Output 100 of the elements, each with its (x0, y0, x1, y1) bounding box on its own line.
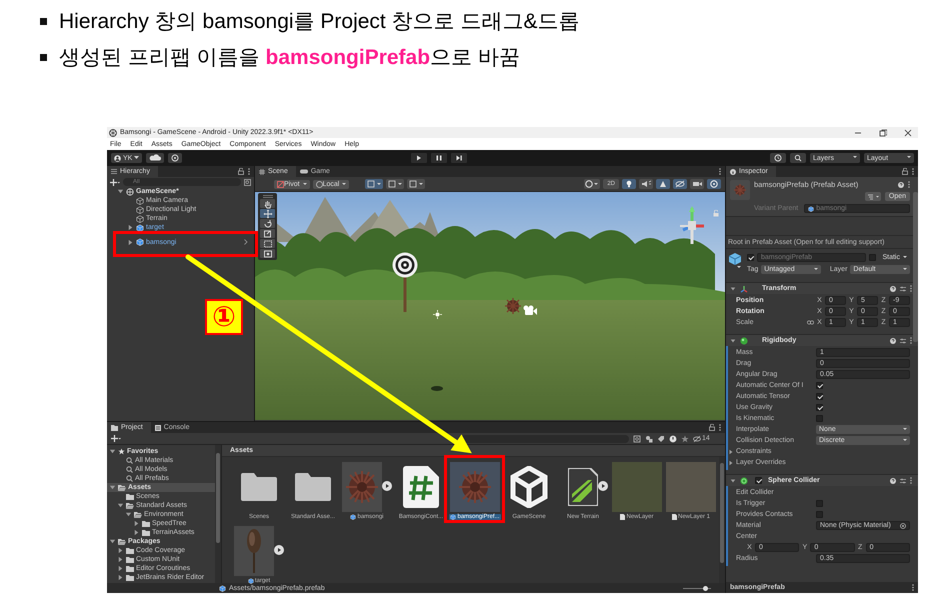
lock-icon[interactable] (709, 424, 715, 431)
expanded-caret-icon[interactable] (117, 502, 124, 509)
chevron-right-icon[interactable] (244, 239, 248, 245)
collapsed-caret-icon[interactable] (728, 460, 734, 466)
person-icon (114, 154, 121, 162)
expanded-caret-icon[interactable] (109, 484, 116, 491)
help-icon[interactable] (890, 338, 896, 344)
open-folder-icon (126, 502, 134, 508)
expanded-caret-icon[interactable] (125, 511, 132, 518)
expanded-caret-icon[interactable] (117, 188, 124, 195)
open-folder-icon (134, 512, 142, 518)
play-icon[interactable] (382, 481, 392, 491)
checkbox[interactable] (816, 415, 823, 422)
expanded-caret-icon[interactable] (109, 448, 116, 455)
eye-slash-icon (693, 436, 701, 442)
pinecone-icon (345, 470, 379, 504)
static-checkbox[interactable] (869, 254, 876, 261)
help-icon[interactable] (890, 478, 896, 484)
collapsed-caret-icon[interactable] (117, 556, 124, 563)
bullet-icon (40, 54, 47, 60)
zoom-slider-thumb[interactable] (702, 586, 708, 590)
add-icon[interactable] (110, 178, 120, 186)
checkbox[interactable] (816, 500, 823, 507)
collapsed-caret-icon[interactable] (133, 529, 140, 536)
active-checkbox[interactable] (747, 254, 754, 261)
expanded-caret-icon[interactable] (730, 338, 736, 344)
camera-toggle-icon[interactable] (690, 179, 704, 189)
pause-icon[interactable] (431, 153, 448, 163)
star-icon[interactable] (681, 434, 689, 442)
presets-icon[interactable] (900, 286, 906, 292)
object-picker-icon[interactable] (900, 522, 906, 528)
scrollbar-thumb[interactable] (913, 192, 918, 342)
play-icon[interactable] (411, 153, 428, 163)
scene-search-icon[interactable] (244, 178, 251, 186)
grid-snap-icon[interactable] (365, 179, 384, 189)
move-tool-icon[interactable] (262, 208, 274, 218)
bullet-icon (40, 18, 47, 24)
services-icon[interactable] (168, 153, 182, 163)
rigidbody-icon (740, 336, 748, 344)
expanded-caret-icon[interactable] (730, 478, 736, 484)
star-icon (118, 448, 125, 455)
lighting-toggle-icon[interactable] (622, 179, 636, 189)
play-icon[interactable] (274, 545, 284, 555)
lock-icon[interactable] (902, 168, 908, 175)
ruler-icon[interactable] (407, 179, 426, 189)
checkbox[interactable] (816, 382, 823, 389)
checkbox[interactable] (816, 511, 823, 518)
scale-tool-icon[interactable] (262, 228, 274, 238)
prefab-cube-icon (808, 206, 814, 212)
search-by-type-icon[interactable] (633, 434, 641, 442)
filter-by-type-icon[interactable] (645, 434, 653, 442)
collapsed-caret-icon[interactable] (117, 565, 124, 572)
expanded-caret-icon[interactable] (730, 286, 736, 292)
unity-logo-icon (109, 128, 117, 136)
gizmos-toggle-icon[interactable] (707, 179, 721, 189)
scrollbar-thumb[interactable] (720, 463, 724, 563)
shading-mode-icon[interactable] (584, 179, 600, 189)
collapsed-caret-icon[interactable] (117, 574, 124, 581)
prefab-cube-icon (350, 514, 356, 520)
history-icon[interactable] (770, 153, 786, 163)
hierarchy-dropdown-icon[interactable] (864, 192, 881, 201)
effects-toggle-icon[interactable] (656, 179, 670, 189)
caret-icon (134, 156, 140, 160)
pinecone-drawing (505, 298, 521, 314)
add-icon[interactable] (111, 435, 121, 442)
hand-tool-icon[interactable] (262, 198, 274, 208)
close-icon[interactable] (904, 128, 912, 136)
folder-icon (295, 473, 331, 501)
rotate-tool-icon[interactable] (262, 218, 274, 228)
collapsed-caret-icon[interactable] (127, 224, 134, 231)
link-icon[interactable] (807, 320, 814, 325)
play-icon[interactable] (598, 481, 608, 491)
presets-icon[interactable] (900, 478, 906, 484)
checkbox[interactable] (816, 404, 823, 411)
visibility-toggle-icon[interactable] (673, 179, 687, 189)
audio-toggle-icon[interactable] (639, 179, 653, 189)
collapsed-caret-icon[interactable] (127, 238, 134, 246)
collapsed-caret-icon[interactable] (133, 520, 140, 527)
transform-tool-icon[interactable] (262, 248, 274, 258)
collapsed-caret-icon[interactable] (117, 547, 124, 554)
help-icon[interactable] (890, 286, 896, 292)
expanded-caret-icon[interactable] (109, 538, 116, 545)
script-icon (403, 466, 439, 508)
step-icon[interactable] (451, 153, 468, 163)
lock-icon[interactable] (238, 168, 244, 175)
warning-icon[interactable] (669, 434, 677, 442)
cloud-icon[interactable] (146, 153, 164, 163)
help-icon[interactable] (898, 182, 904, 188)
search-icon (126, 475, 133, 482)
increment-snap-icon[interactable] (386, 179, 404, 189)
presets-icon[interactable] (900, 338, 906, 344)
restore-icon[interactable] (879, 128, 887, 136)
collapsed-caret-icon[interactable] (728, 448, 734, 454)
rect-tool-icon[interactable] (262, 238, 274, 248)
checkbox[interactable] (816, 393, 823, 400)
component-checkbox[interactable] (755, 477, 762, 484)
search-field[interactable] (461, 434, 629, 442)
file-icon (672, 514, 677, 520)
scrollbar-thumb[interactable] (216, 453, 220, 543)
search-icon[interactable] (790, 153, 806, 163)
